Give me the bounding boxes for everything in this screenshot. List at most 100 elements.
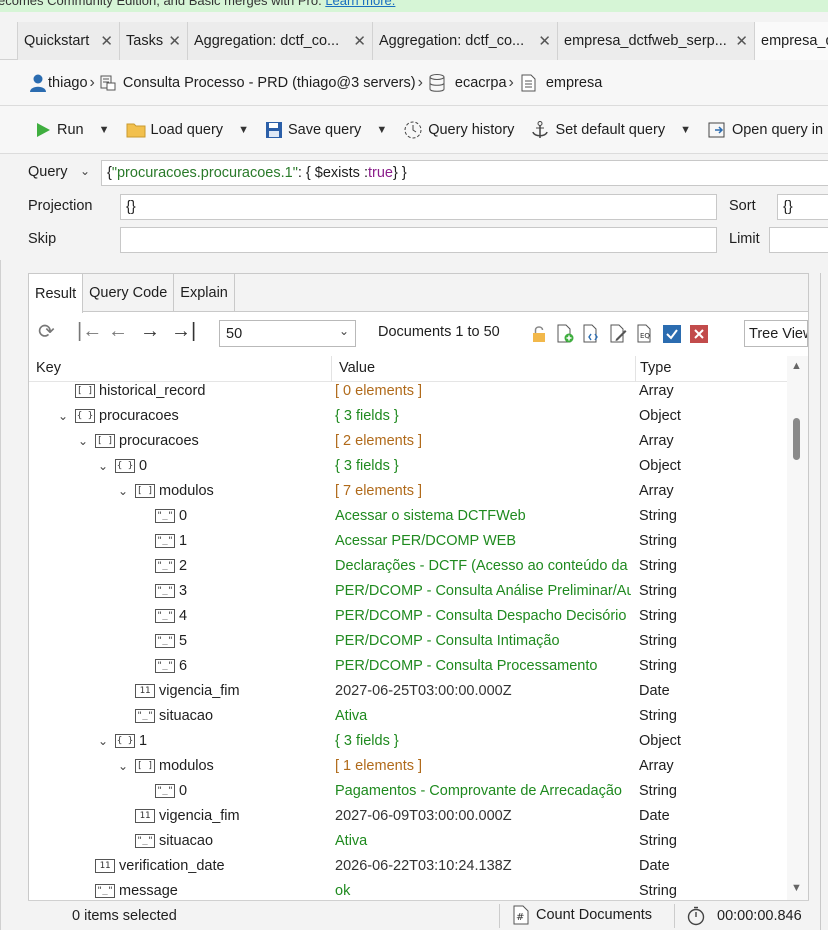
view-document-json-icon[interactable] bbox=[581, 324, 601, 344]
run-button[interactable]: Run ▼ bbox=[34, 121, 110, 139]
breadcrumb-collection[interactable]: empresa bbox=[518, 73, 602, 93]
next-page-icon[interactable]: → bbox=[140, 320, 160, 343]
select-all-icon[interactable] bbox=[662, 324, 682, 344]
save-query-label: Save query bbox=[287, 121, 362, 138]
query-input[interactable]: { "procuracoes.procuracoes.1" : { $exist… bbox=[101, 160, 828, 186]
vertical-scrollbar[interactable]: ▲ ▼ bbox=[787, 356, 808, 901]
skip-row: Skip Limit bbox=[0, 227, 828, 253]
tree-row[interactable]: ⌄ { } 0 { 3 fields } Object bbox=[29, 455, 787, 480]
chevron-down-icon[interactable]: ▼ bbox=[99, 124, 110, 136]
tree-row[interactable]: [ ] historical_record [ 0 elements ] Array bbox=[29, 380, 787, 405]
expand-toggle-icon[interactable]: ⌄ bbox=[95, 734, 111, 748]
chevron-down-icon[interactable]: ▼ bbox=[680, 124, 691, 136]
value-cell: { 3 fields } bbox=[335, 408, 399, 424]
breadcrumb-user[interactable]: thiago bbox=[28, 73, 88, 93]
count-documents-button[interactable]: # Count Documents bbox=[512, 905, 652, 925]
query-document-icon[interactable]: EQ bbox=[635, 324, 655, 344]
skip-input[interactable] bbox=[120, 227, 717, 253]
close-icon[interactable]: ✕ bbox=[735, 32, 748, 50]
open-query-in-button[interactable]: Open query in bbox=[707, 120, 823, 140]
expand-toggle-icon[interactable]: ⌄ bbox=[115, 484, 131, 498]
tree-row[interactable]: "_" 4 PER/DCOMP - Consulta Despacho Decisó… bbox=[29, 605, 787, 630]
tab-explain[interactable]: Explain bbox=[174, 274, 235, 312]
tree-row[interactable]: "_" 0 Pagamentos - Comprovante de Arrecada… bbox=[29, 780, 787, 805]
chevron-down-icon[interactable]: ▼ bbox=[376, 124, 387, 136]
column-header-value[interactable]: Value bbox=[339, 360, 375, 376]
close-icon[interactable]: ✕ bbox=[353, 32, 366, 50]
key-cell: "_" 1 bbox=[135, 533, 187, 549]
column-header-key[interactable]: Key bbox=[36, 360, 61, 376]
scroll-up-icon[interactable]: ▲ bbox=[791, 360, 802, 372]
tree-row[interactable]: "_" 0 Acessar o sistema DCTFWeb String bbox=[29, 505, 787, 530]
previous-page-icon[interactable]: ← bbox=[108, 320, 128, 343]
tree-row[interactable]: "_" message ok String bbox=[29, 880, 787, 900]
chevron-down-icon[interactable]: ⌄ bbox=[80, 164, 90, 178]
tree-row[interactable]: "_" 6 PER/DCOMP - Consulta Processamento St… bbox=[29, 655, 787, 680]
close-icon[interactable]: ✕ bbox=[100, 32, 113, 50]
delete-document-icon[interactable] bbox=[689, 324, 709, 344]
tree-row[interactable]: "_" 2 Declarações - DCTF (Acesso ao conteú… bbox=[29, 555, 787, 580]
run-label: Run bbox=[57, 121, 84, 138]
breadcrumb-connection[interactable]: Consulta Processo - PRD (thiago@3 server… bbox=[99, 74, 416, 92]
lock-icon[interactable] bbox=[529, 324, 549, 344]
tree-row[interactable]: "_" 1 Acessar PER/DCOMP WEB String bbox=[29, 530, 787, 555]
save-query-button[interactable]: Save query ▼ bbox=[265, 121, 387, 139]
sort-input[interactable]: {} bbox=[777, 194, 828, 220]
refresh-icon[interactable]: ⟳ bbox=[38, 319, 55, 344]
banner-learn-more-link[interactable]: Learn more. bbox=[325, 0, 395, 8]
close-icon[interactable]: ✕ bbox=[538, 32, 551, 50]
scroll-down-icon[interactable]: ▼ bbox=[791, 882, 802, 894]
tree-row[interactable]: ⌄ [ ] procuracoes [ 2 elements ] Array bbox=[29, 430, 787, 455]
expand-toggle-icon[interactable]: ⌄ bbox=[95, 459, 111, 473]
tree-row[interactable]: ⌄ { } procuracoes { 3 fields } Object bbox=[29, 405, 787, 430]
limit-input[interactable] bbox=[769, 227, 828, 253]
expand-toggle-icon[interactable]: ⌄ bbox=[115, 759, 131, 773]
tab-empresa-active[interactable]: empresa_d bbox=[754, 22, 828, 60]
tree-row[interactable]: ⌄ [ ] modulos [ 7 elements ] Array bbox=[29, 480, 787, 505]
tab-label: Tasks bbox=[126, 33, 164, 49]
tab-aggregation-1[interactable]: Aggregation: dctf_co... ✕ bbox=[187, 22, 372, 60]
chevron-down-icon[interactable]: ▼ bbox=[238, 124, 249, 136]
page-size-select[interactable]: 50 ⌄ bbox=[219, 320, 356, 347]
column-divider[interactable] bbox=[635, 356, 636, 382]
scrollbar-thumb[interactable] bbox=[793, 418, 800, 460]
tab-result[interactable]: Result bbox=[29, 274, 84, 313]
tree-row[interactable]: 11 verification_date 2026-06-22T03:10:24.1… bbox=[29, 855, 787, 880]
tab-tasks[interactable]: Tasks ✕ bbox=[119, 22, 187, 60]
query-history-label: Query history bbox=[428, 121, 515, 138]
projection-input[interactable]: {} bbox=[120, 194, 717, 220]
load-query-label: Load query bbox=[150, 121, 224, 138]
tree-row[interactable]: "_" situacao Ativa String bbox=[29, 705, 787, 730]
set-default-query-button[interactable]: Set default query ▼ bbox=[530, 120, 691, 140]
query-history-button[interactable]: Query history bbox=[403, 120, 514, 140]
expand-toggle-icon[interactable]: ⌄ bbox=[55, 409, 71, 423]
tree-row[interactable]: "_" 5 PER/DCOMP - Consulta Intimação String bbox=[29, 630, 787, 655]
edit-document-icon[interactable] bbox=[608, 324, 628, 344]
tab-empresa-dctfweb[interactable]: empresa_dctfweb_serp... ✕ bbox=[557, 22, 754, 60]
column-divider[interactable] bbox=[331, 356, 332, 382]
tree-row[interactable]: ⌄ { } 1 { 3 fields } Object bbox=[29, 730, 787, 755]
side-panel-edge[interactable] bbox=[820, 273, 828, 930]
breadcrumb-database[interactable]: ecacrpa bbox=[427, 73, 507, 93]
close-icon[interactable]: ✕ bbox=[168, 32, 181, 50]
tree-row[interactable]: "_" situacao Ativa String bbox=[29, 830, 787, 855]
key-label: vigencia_fim bbox=[159, 683, 240, 699]
load-query-button[interactable]: Load query ▼ bbox=[126, 121, 249, 139]
view-mode-select[interactable]: Tree View bbox=[744, 320, 808, 347]
first-page-icon[interactable]: |← bbox=[77, 320, 102, 343]
query-row: Query ⌄ { "procuracoes.procuracoes.1" : … bbox=[0, 160, 828, 186]
tab-aggregation-2[interactable]: Aggregation: dctf_co... ✕ bbox=[372, 22, 557, 60]
tab-query-code[interactable]: Query Code bbox=[83, 274, 175, 312]
type-cell: Object bbox=[639, 408, 681, 424]
tab-quickstart[interactable]: Quickstart ✕ bbox=[17, 22, 119, 60]
type-cell: Array bbox=[639, 383, 674, 399]
add-document-icon[interactable] bbox=[555, 324, 575, 344]
tree-row[interactable]: "_" 3 PER/DCOMP - Consulta Análise Prelimi… bbox=[29, 580, 787, 605]
key-label: procuracoes bbox=[119, 433, 199, 449]
column-header-type[interactable]: Type bbox=[640, 360, 671, 376]
tree-row[interactable]: ⌄ [ ] modulos [ 1 elements ] Array bbox=[29, 755, 787, 780]
expand-toggle-icon[interactable]: ⌄ bbox=[75, 434, 91, 448]
last-page-icon[interactable]: →| bbox=[171, 320, 196, 343]
tree-row[interactable]: 11 vigencia_fim 2027-06-09T03:00:00.000Z Da… bbox=[29, 805, 787, 830]
tree-row[interactable]: 11 vigencia_fim 2027-06-25T03:00:00.000Z Da… bbox=[29, 680, 787, 705]
